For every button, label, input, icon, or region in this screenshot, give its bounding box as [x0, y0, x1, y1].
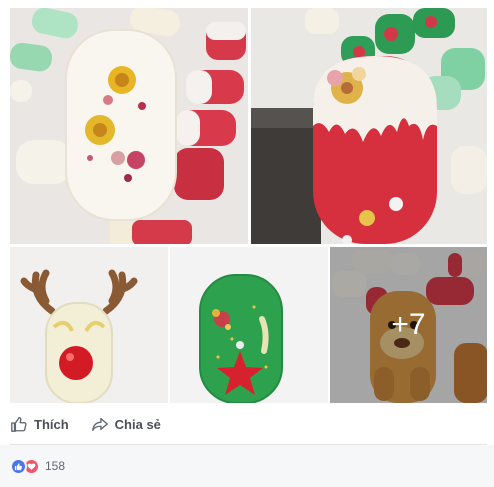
post-actions-bar: Thích Chia sẻ — [10, 410, 487, 438]
more-photos-overlay[interactable]: +7 — [330, 247, 487, 403]
like-reaction-icon — [10, 457, 27, 475]
green-popsicle-photo — [170, 247, 328, 403]
post-photo-1[interactable] — [10, 8, 248, 244]
like-button[interactable]: Thích — [10, 415, 69, 433]
post-photo-4[interactable] — [170, 247, 328, 403]
post-photo-2[interactable] — [251, 8, 487, 244]
reaction-count: 158 — [45, 459, 66, 473]
share-label: Chia sẻ — [114, 416, 161, 432]
reactions-summary[interactable]: 158 — [0, 445, 494, 487]
thumbs-up-icon — [11, 417, 27, 432]
reindeer-popsicle-photo — [10, 247, 168, 403]
more-photos-count: +7 — [391, 308, 426, 341]
post-card: +7 Thích Chia sẻ 158 — [0, 0, 494, 487]
red-popsicle-photo — [251, 8, 487, 244]
share-arrow-icon — [91, 417, 108, 431]
white-popsicle-photo — [10, 8, 248, 244]
post-photo-3[interactable] — [10, 247, 168, 403]
reaction-icons — [10, 457, 40, 475]
post-photo-5[interactable]: +7 — [330, 247, 487, 403]
share-button[interactable]: Chia sẻ — [91, 415, 161, 433]
like-label: Thích — [34, 416, 69, 432]
